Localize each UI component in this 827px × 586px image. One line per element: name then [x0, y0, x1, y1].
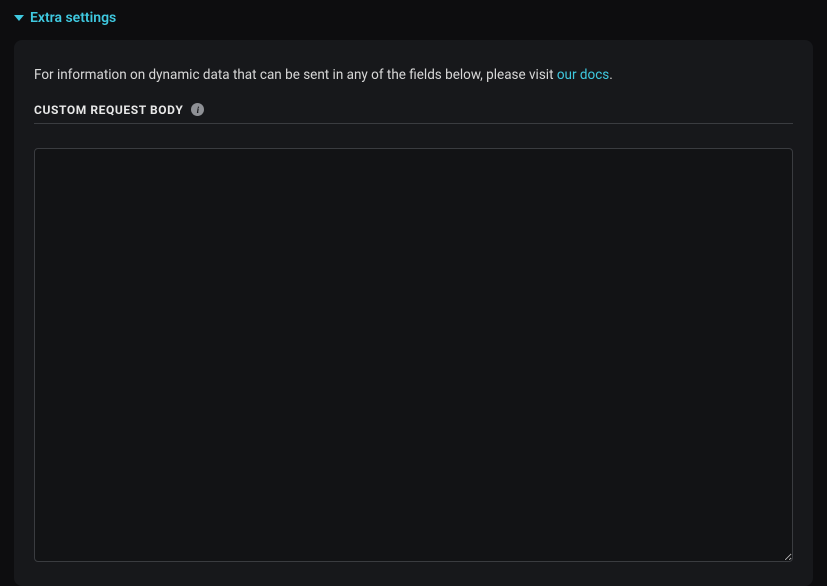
info-text: For information on dynamic data that can… — [34, 66, 793, 85]
info-prefix: For information on dynamic data that can… — [34, 67, 557, 83]
info-suffix: . — [609, 67, 613, 83]
info-icon[interactable]: i — [191, 103, 204, 116]
extra-settings-panel: For information on dynamic data that can… — [14, 40, 813, 586]
textarea-wrap — [34, 148, 793, 566]
section-title: Extra settings — [30, 10, 116, 26]
field-label: CUSTOM REQUEST BODY — [34, 103, 183, 117]
caret-down-icon — [14, 13, 24, 23]
custom-request-body-field: CUSTOM REQUEST BODY i — [34, 103, 793, 566]
custom-request-body-input[interactable] — [34, 148, 793, 562]
field-label-row: CUSTOM REQUEST BODY i — [34, 103, 793, 124]
extra-settings-toggle[interactable]: Extra settings — [0, 0, 827, 34]
docs-link[interactable]: our docs — [557, 67, 609, 83]
